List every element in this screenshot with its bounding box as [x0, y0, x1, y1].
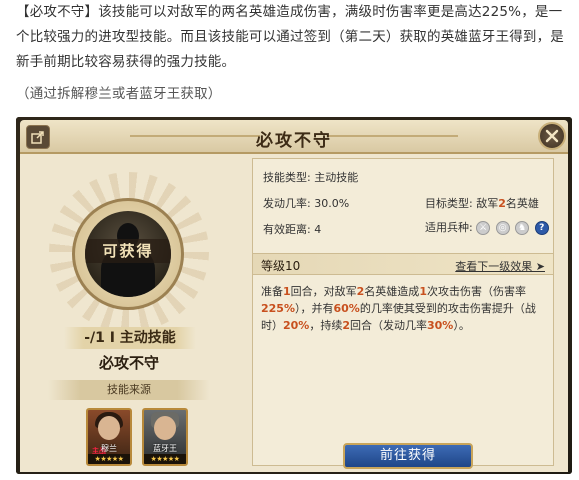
- target-row: 目标类型: 敌军2名英雄: [425, 195, 539, 211]
- skill-type-banner: -/1 I 主动技能: [64, 327, 196, 349]
- dialog-panel: 可获得 -/1 I 主动技能 必攻不守 技能来源 主战 穆兰 ★★★★★ 蓝牙王…: [20, 154, 568, 472]
- question-icon[interactable]: ?: [534, 221, 549, 235]
- skill-name: 必攻不守: [98, 354, 159, 372]
- target-suffix: 名英雄: [505, 197, 539, 210]
- desc-text: 回合（发动几率: [350, 319, 427, 332]
- range-row: 有效距离: 4: [263, 221, 321, 237]
- skill-description: 准备1回合，对敌军2名英雄造成1次攻击伤害（伤害率225%），并有60%的几率使…: [261, 283, 549, 334]
- chance-key: 发动几率:: [263, 197, 311, 210]
- article-note: （通过拆解穆兰或者蓝牙王获取）: [16, 86, 222, 102]
- skill-details: 技能类型: 主动技能 发动几率: 30.0% 有效距离: 4 目标类型: 敌军2…: [252, 158, 554, 469]
- desc-text: ），并有: [294, 302, 334, 315]
- skill-type-row: 技能类型: 主动技能: [263, 169, 358, 185]
- chance-row: 发动几率: 30.0%: [263, 195, 349, 211]
- desc-number: 2: [342, 319, 350, 332]
- desc-number: 20%: [283, 319, 310, 332]
- dialog-header: 必攻不守: [20, 120, 568, 154]
- desc-text: 名英雄造成: [364, 285, 420, 298]
- dialog-title: 必攻不守: [256, 131, 332, 151]
- desc-text: 准备: [261, 285, 283, 298]
- hero-name: 穆兰: [101, 444, 117, 453]
- hero-face: [98, 416, 120, 440]
- sword-icon[interactable]: ⚔: [476, 221, 491, 235]
- desc-text: 回合，对敌军: [290, 285, 357, 298]
- hero-card-mulan[interactable]: 主战 穆兰 ★★★★★: [86, 408, 132, 466]
- desc-number: 60%: [333, 302, 360, 315]
- hero-card-bluetooth-king[interactable]: 蓝牙王 ★★★★★: [142, 408, 188, 466]
- desc-text: 次攻击伤害（伤害率: [426, 285, 526, 298]
- range-key: 有效距离:: [263, 223, 311, 236]
- hero-stars: ★★★★★: [88, 454, 130, 464]
- desc-text: ）。: [453, 319, 470, 332]
- desc-number: 1: [419, 285, 427, 298]
- article: 【必攻不守】该技能可以对敌军的两名英雄造成伤害，满级时伤害率更是高达225%，是…: [16, 0, 571, 107]
- hero-face: [154, 416, 176, 440]
- skill-portrait: 可获得: [72, 198, 184, 310]
- desc-number: 1: [283, 285, 291, 298]
- skill-level: 等级10: [261, 259, 301, 273]
- shield-icon[interactable]: ◎: [495, 221, 510, 235]
- close-icon: [545, 129, 559, 143]
- troops-row: 适用兵种: ⚔ ◎ ♞ ?: [425, 219, 551, 235]
- level-bar: 等级10 查看下一级效果 ➤: [253, 253, 553, 275]
- target-key: 目标类型:: [425, 197, 473, 210]
- hero-stars: ★★★★★: [144, 454, 186, 464]
- troops-key: 适用兵种:: [425, 221, 473, 234]
- skill-type-value: 主动技能: [314, 171, 359, 184]
- skill-overview: 可获得 -/1 I 主动技能 必攻不守 技能来源 主战 穆兰 ★★★★★ 蓝牙王…: [34, 162, 224, 466]
- go-obtain-button[interactable]: 前往获得: [343, 443, 473, 469]
- availability-label: 可获得: [85, 239, 171, 263]
- desc-number: 30%: [427, 319, 454, 332]
- range-value: 4: [314, 223, 322, 236]
- horse-icon[interactable]: ♞: [515, 221, 530, 235]
- desc-text: ，持续: [309, 319, 343, 332]
- game-screenshot: 必攻不守 可获得 -/1 I 主动技能 必攻不守 技能来源 主战 穆兰 ★★★★…: [16, 117, 572, 474]
- target-prefix: 敌军: [476, 197, 499, 210]
- skill-source-label: 技能来源: [48, 380, 210, 400]
- desc-number: 225%: [261, 302, 295, 315]
- close-button[interactable]: [538, 122, 566, 150]
- next-level-link[interactable]: 查看下一级效果 ➤: [455, 258, 545, 274]
- article-paragraph: 【必攻不守】该技能可以对敌军的两名英雄造成伤害，满级时伤害率更是高达225%，是…: [16, 4, 564, 70]
- target-number: 2: [498, 197, 506, 210]
- skill-portrait-image: 可获得: [85, 211, 171, 297]
- hero-name: 蓝牙王: [153, 444, 177, 453]
- chance-value: 30.0%: [314, 197, 350, 210]
- skill-type-key: 技能类型:: [263, 171, 311, 184]
